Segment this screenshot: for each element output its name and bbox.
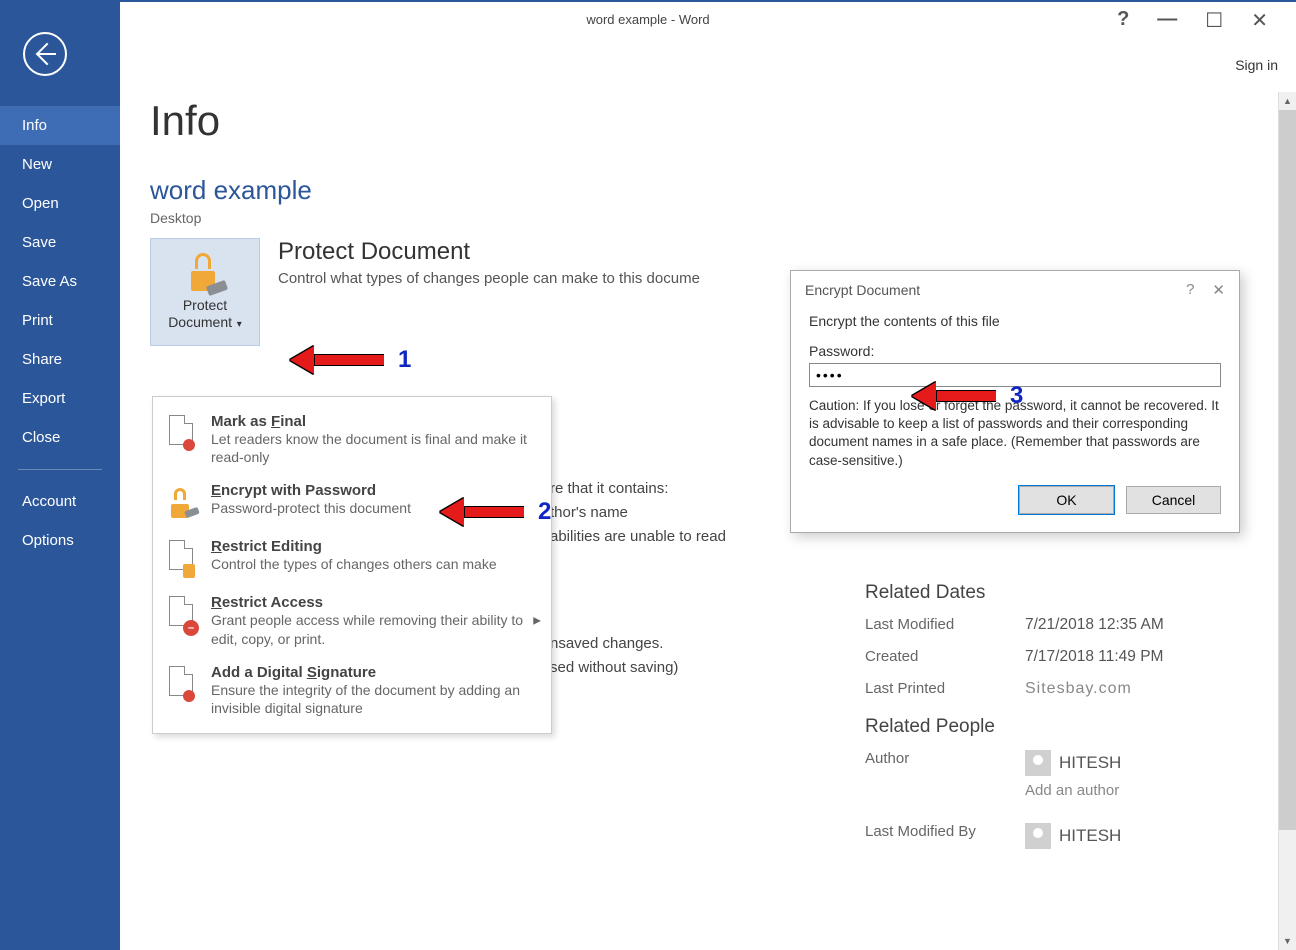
password-label: Password: <box>809 343 1221 359</box>
document-name: word example <box>150 175 1266 206</box>
cancel-button[interactable]: Cancel <box>1126 486 1221 514</box>
author-label: Author <box>865 750 1025 813</box>
related-people-heading: Related People <box>865 716 1164 738</box>
sidebar-item-open[interactable]: Open <box>0 184 120 223</box>
menu-encrypt-with-password[interactable]: Encrypt with Password Password-protect t… <box>153 474 551 530</box>
protect-document-menu: Mark as Final Let readers know the docum… <box>152 396 552 734</box>
last-modified-by-label: Last Modified By <box>865 823 1025 849</box>
document-ribbon-icon <box>167 413 199 453</box>
inspect-partial-text: re that it contains: thor's name abiliti… <box>550 477 726 549</box>
chevron-right-icon: ▶ <box>533 616 541 627</box>
document-stop-icon: – <box>167 594 199 634</box>
menu-mark-as-final[interactable]: Mark as Final Let readers know the docum… <box>153 405 551 474</box>
menu-title: Restrict Access <box>211 594 537 611</box>
dialog-close-icon[interactable]: ✕ <box>1212 281 1225 299</box>
dialog-title: Encrypt Document <box>805 282 920 298</box>
scroll-thumb[interactable] <box>1279 110 1296 830</box>
dialog-help-icon[interactable]: ? <box>1186 281 1194 299</box>
backstage-sidebar: Info New Open Save Save As Print Share E… <box>0 2 120 950</box>
menu-add-digital-signature[interactable]: Add a Digital Signature Ensure the integ… <box>153 656 551 725</box>
dialog-titlebar: Encrypt Document ? ✕ <box>791 271 1239 309</box>
sidebar-divider <box>18 469 102 470</box>
sidebar-item-save[interactable]: Save <box>0 223 120 262</box>
add-author-link[interactable]: Add an author <box>1025 782 1121 799</box>
menu-desc: Let readers know the document is final a… <box>211 430 537 466</box>
sidebar-item-export[interactable]: Export <box>0 379 120 418</box>
avatar-icon <box>1025 823 1051 849</box>
protect-document-button[interactable]: Protect Document ▾ <box>150 238 260 346</box>
created-label: Created <box>865 648 1025 666</box>
last-printed-value: Sitesbay.com <box>1025 680 1132 698</box>
document-location: Desktop <box>150 210 1266 226</box>
avatar-icon <box>1025 750 1051 776</box>
protect-heading: Protect Document <box>278 238 700 266</box>
sidebar-item-share[interactable]: Share <box>0 340 120 379</box>
sidebar-item-new[interactable]: New <box>0 145 120 184</box>
last-modified-label: Last Modified <box>865 616 1025 634</box>
scroll-down-icon[interactable]: ▼ <box>1279 932 1296 950</box>
lock-key-icon <box>185 253 225 291</box>
page-title: Info <box>150 97 1266 145</box>
menu-restrict-editing[interactable]: Restrict Editing Control the types of ch… <box>153 530 551 586</box>
menu-title: Add a Digital Signature <box>211 664 537 681</box>
back-button[interactable] <box>23 32 67 76</box>
sidebar-item-print[interactable]: Print <box>0 301 120 340</box>
protect-section-text: Protect Document Control what types of c… <box>278 238 700 346</box>
scroll-up-icon[interactable]: ▲ <box>1279 92 1296 110</box>
protect-document-label: Protect Document ▾ <box>168 297 242 331</box>
menu-desc: Password-protect this document <box>211 499 537 517</box>
author-name: HITESH <box>1059 753 1121 773</box>
menu-desc: Ensure the integrity of the document by … <box>211 681 537 717</box>
document-properties: Related Dates Last Modified 7/21/2018 12… <box>865 582 1164 859</box>
menu-title: Encrypt with Password <box>211 482 537 499</box>
sidebar-item-save-as[interactable]: Save As <box>0 262 120 301</box>
protect-description: Control what types of changes people can… <box>278 270 700 287</box>
encrypt-document-dialog: Encrypt Document ? ✕ Encrypt the content… <box>790 270 1240 533</box>
sidebar-item-info[interactable]: Info <box>0 106 120 145</box>
password-input[interactable] <box>809 363 1221 387</box>
menu-desc: Grant people access while removing their… <box>211 611 537 647</box>
document-signature-icon <box>167 664 199 704</box>
dialog-instruction: Encrypt the contents of this file <box>809 313 1221 329</box>
ok-button[interactable]: OK <box>1019 486 1114 514</box>
lock-key-icon <box>167 482 199 522</box>
chevron-down-icon: ▾ <box>234 319 242 330</box>
menu-desc: Control the types of changes others can … <box>211 555 537 573</box>
menu-restrict-access[interactable]: – Restrict Access Grant people access wh… <box>153 586 551 655</box>
last-modified-value: 7/21/2018 12:35 AM <box>1025 616 1164 634</box>
related-dates-heading: Related Dates <box>865 582 1164 604</box>
menu-title: Restrict Editing <box>211 538 537 555</box>
menu-title: Mark as Final <box>211 413 537 430</box>
created-value: 7/17/2018 11:49 PM <box>1025 648 1163 666</box>
last-modified-by-name: HITESH <box>1059 826 1121 846</box>
scrollbar[interactable]: ▲ ▼ <box>1278 92 1296 950</box>
manage-partial-text: nsaved changes. sed without saving) <box>550 632 678 680</box>
sidebar-item-options[interactable]: Options <box>0 521 120 560</box>
sidebar-item-account[interactable]: Account <box>0 482 120 521</box>
sidebar-item-close[interactable]: Close <box>0 418 120 457</box>
password-caution: Caution: If you lose or forget the passw… <box>809 397 1221 470</box>
last-printed-label: Last Printed <box>865 680 1025 698</box>
document-lock-icon <box>167 538 199 578</box>
